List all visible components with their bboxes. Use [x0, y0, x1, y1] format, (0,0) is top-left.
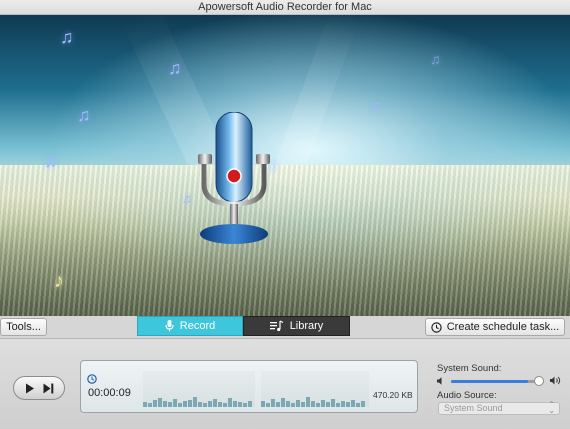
volume-high-icon: [550, 376, 561, 385]
slider-knob[interactable]: [534, 376, 544, 386]
microphone-icon: [165, 320, 174, 332]
music-note-icon: ♫: [430, 51, 441, 67]
select-arrows-icon: ⌃ ⌄: [548, 400, 555, 415]
toolbar: Tools... Record Library Create schedule …: [0, 316, 570, 338]
window-title: Apowersoft Audio Recorder for Mac: [0, 0, 570, 15]
audio-source-select[interactable]: System Sound ⌃ ⌄: [438, 400, 560, 415]
file-size: 470.20 KB: [373, 390, 413, 400]
hero-banner: ♫ ♫ ♫ ♫ ♫ ♫ ♫ ♫ ♪: [0, 15, 570, 316]
music-note-icon: ♫: [44, 151, 58, 171]
music-note-icon: ♪: [54, 270, 64, 292]
create-schedule-task-label: Create schedule task...: [446, 321, 560, 333]
tab-record[interactable]: Record: [137, 316, 243, 336]
tab-record-label: Record: [179, 320, 216, 332]
create-schedule-task-button[interactable]: Create schedule task...: [425, 318, 565, 336]
system-sound-label: System Sound:: [437, 363, 502, 374]
music-note-icon: ♫: [182, 191, 192, 206]
clock-icon: [431, 321, 442, 333]
tab-library-label: Library: [289, 320, 324, 332]
music-note-icon: ♫: [60, 27, 74, 47]
music-note-icon: ♫: [77, 105, 91, 125]
clock-icon: [87, 374, 97, 384]
music-list-icon: [269, 320, 283, 332]
system-sound-slider[interactable]: [451, 376, 544, 386]
waveform-right: [261, 371, 369, 407]
waveform-left: [143, 371, 255, 407]
tools-button[interactable]: Tools...: [0, 318, 47, 336]
play-icon[interactable]: [25, 383, 35, 394]
microphone-graphic: [198, 112, 270, 244]
audio-source-value: System Sound: [444, 403, 503, 413]
tab-library[interactable]: Library: [243, 316, 350, 336]
recording-display: 00:00:09 470.20 KB: [80, 360, 418, 413]
music-note-icon: ♫: [370, 98, 380, 113]
slider-fill: [451, 380, 528, 383]
music-note-icon: ♫: [168, 58, 182, 78]
light-beam: [269, 15, 360, 190]
skip-next-icon[interactable]: [43, 383, 54, 394]
grass-field: [0, 165, 570, 316]
playback-controls[interactable]: [13, 376, 65, 400]
volume-low-icon: [437, 377, 442, 385]
tools-label: Tools...: [6, 321, 41, 333]
audio-source-label: Audio Source:: [437, 390, 497, 401]
elapsed-time: 00:00:09: [88, 387, 131, 399]
